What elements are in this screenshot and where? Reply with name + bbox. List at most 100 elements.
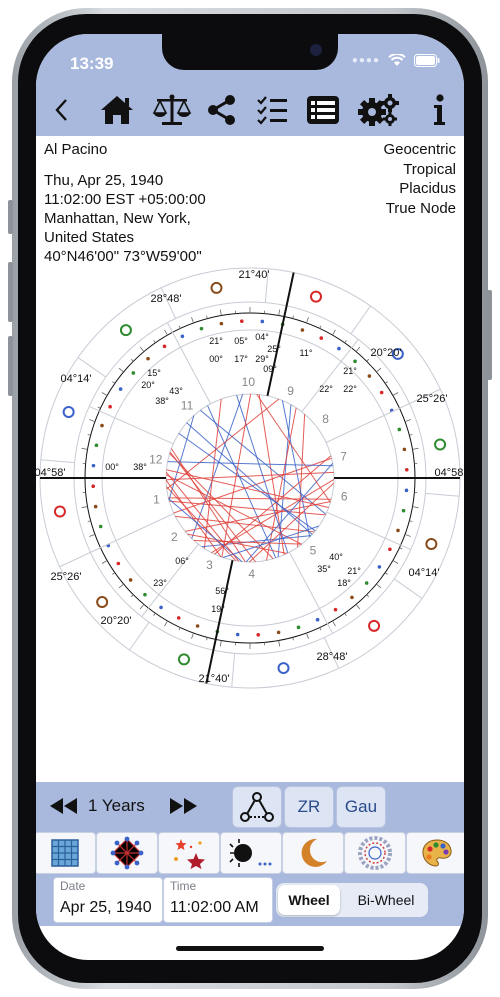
ruler-marker [397, 427, 402, 432]
planet-degree-label: 21° [209, 336, 223, 346]
aspect-web-button[interactable] [96, 832, 158, 874]
aspect-web-icon [110, 836, 144, 870]
cusp-degree-label: 28°48' [151, 293, 182, 305]
date-label: Date [60, 879, 86, 893]
volume-down-button [8, 336, 13, 396]
ruler-marker [146, 356, 150, 361]
planet-degree-label: 04° [255, 332, 269, 342]
status-time: 13:39 [70, 54, 114, 73]
ruler-marker [333, 607, 338, 612]
natal-chart-wheel[interactable]: 12345678910111221°40'21°40'04°58' 04°58'2… [36, 264, 464, 692]
time-label: Time [170, 879, 197, 893]
cusp-degree-label: 04°14' [409, 567, 440, 579]
wheel-tab[interactable]: Wheel [278, 885, 340, 915]
cusp-degree-label: 20°20' [101, 615, 132, 627]
ruler-marker [199, 326, 204, 331]
home-button[interactable] [96, 90, 138, 130]
ruler-marker [176, 616, 181, 620]
time-field[interactable]: Time 11:02:00 AM [163, 877, 273, 923]
planet-degree-label: 18° [337, 578, 351, 588]
ruler-marker [402, 447, 407, 452]
eclipse-button[interactable] [220, 832, 282, 874]
checklist-icon [257, 96, 287, 125]
fast-forward-icon[interactable] [170, 798, 198, 814]
ruler-marker [300, 328, 305, 332]
house-number: 3 [206, 558, 213, 572]
planet-degree-label: 20° [141, 380, 155, 390]
person-name: Al Pacino [44, 141, 108, 158]
stars-button[interactable] [158, 832, 220, 874]
battery-icon [414, 54, 440, 67]
ruler-marker [350, 595, 354, 600]
chart-tools-bar [36, 830, 464, 874]
ruler-marker [319, 336, 324, 340]
notch [162, 34, 338, 70]
aspect-pattern-button[interactable] [232, 786, 282, 828]
planet-degree-label: 15° [147, 368, 161, 378]
period-label[interactable]: 1 Years [88, 796, 145, 816]
gears-icon [358, 94, 399, 126]
planet-degree-label: 11° [300, 348, 313, 358]
ruler-marker [260, 319, 265, 324]
ruler-marker [401, 508, 406, 513]
list-button[interactable] [304, 90, 342, 130]
moon-phase-button[interactable] [282, 832, 344, 874]
zr-button[interactable]: ZR [284, 786, 334, 828]
date-time-bar: Date Apr 25, 1940 Time 11:02:00 AM Wheel… [36, 874, 464, 926]
wifi-icon [388, 54, 406, 66]
ruler-marker [128, 578, 133, 582]
ruler-marker [388, 547, 392, 552]
eclipse-icon [229, 839, 272, 867]
planet-degree-label: 21° [343, 366, 357, 376]
ruler-marker [235, 632, 240, 637]
ruler-marker [377, 565, 382, 569]
planet-degree-label: 17° [234, 354, 248, 364]
house-number: 6 [341, 489, 348, 503]
back-button[interactable] [46, 90, 76, 130]
ruler-marker [296, 625, 301, 630]
planet-degree-label: 38° [133, 462, 147, 472]
gau-button[interactable]: Gau [336, 786, 386, 828]
date-value: Apr 25, 1940 [60, 899, 152, 916]
planet-degree-label: 05° [234, 336, 248, 346]
planet-degree-label: 22° [343, 384, 357, 394]
biwheel-tab[interactable]: Bi-Wheel [346, 885, 426, 915]
share-button[interactable] [204, 90, 240, 130]
setting-node: True Node [385, 199, 456, 217]
grid-view-button[interactable] [36, 832, 96, 874]
planet-degree-label: 56° [215, 586, 229, 596]
house-number: 7 [340, 449, 347, 463]
crescent-moon-icon [301, 838, 327, 867]
ruler-marker [93, 504, 98, 509]
info-button[interactable] [426, 90, 452, 130]
ruler-marker [98, 524, 103, 529]
zodiac-wheel-button[interactable] [344, 832, 406, 874]
palette-button[interactable] [406, 832, 464, 874]
planet-degree-label: 25° [267, 344, 281, 354]
birth-time: 11:02:00 EST +05:00:00 [44, 191, 206, 208]
rewind-icon[interactable] [50, 798, 78, 814]
date-field[interactable]: Date Apr 25, 1940 [53, 877, 163, 923]
ruler-marker [379, 390, 384, 395]
chart-settings: Geocentric Tropical Placidus True Node [383, 140, 456, 218]
power-button [487, 290, 492, 380]
settings-button[interactable] [356, 90, 400, 130]
setting-house-system: Placidus [399, 180, 456, 197]
checklist-button[interactable] [254, 90, 290, 130]
balance-button[interactable] [150, 90, 194, 130]
planet-degree-label: 40° [329, 552, 343, 562]
planet-degree-label: 00° [105, 462, 119, 472]
toolbar [36, 84, 464, 136]
ruler-marker [239, 319, 244, 324]
house-number: 5 [310, 543, 317, 557]
birth-country: United States [44, 229, 135, 246]
ruler-marker [91, 463, 96, 468]
planet-degree-label: 38° [155, 396, 169, 406]
house-number: 10 [242, 375, 256, 389]
ruler-marker [131, 371, 136, 375]
cusp-degree-label: 25°26' [51, 571, 82, 583]
house-number: 9 [287, 384, 294, 398]
zodiac-wheel-icon [358, 836, 392, 870]
planet-degree-label: 00° [209, 354, 223, 364]
mute-switch [8, 200, 13, 234]
